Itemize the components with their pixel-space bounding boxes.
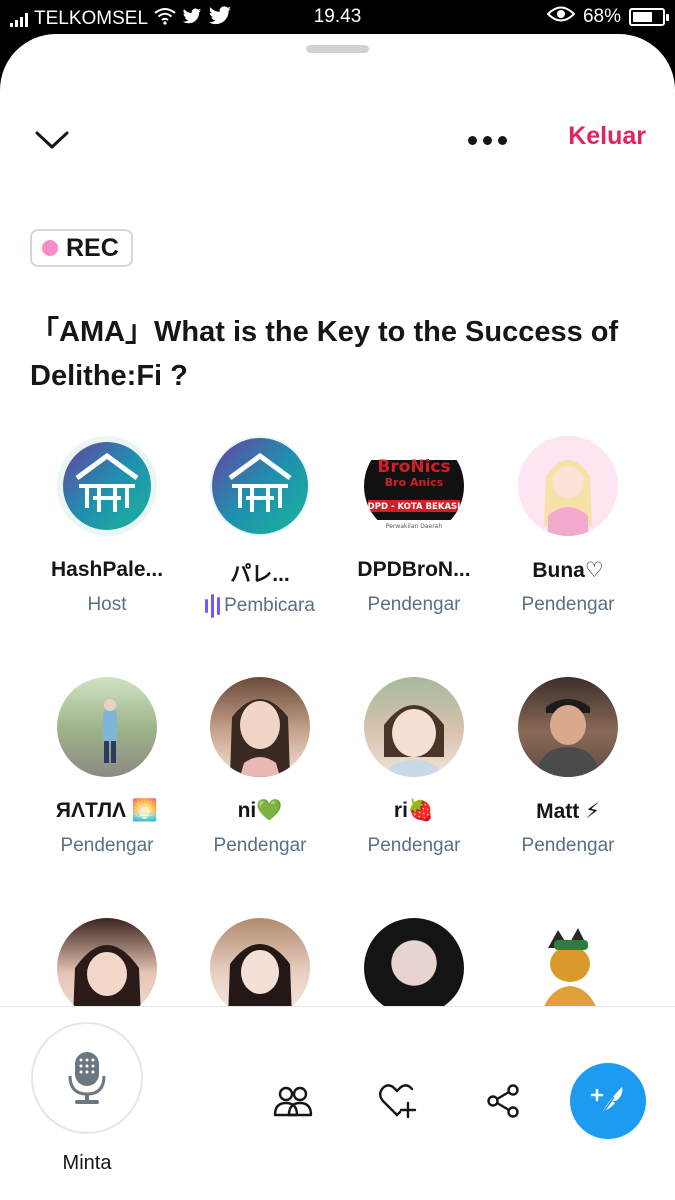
avatar: [518, 677, 618, 777]
collapse-button[interactable]: [28, 120, 76, 160]
participant-listener[interactable]: Buna♡ Pendengar: [493, 436, 643, 616]
participant-role: Host: [32, 594, 182, 616]
role-label: Pembicara: [224, 595, 315, 616]
chevron-down-icon: [35, 131, 69, 149]
role-label: Pendengar: [521, 835, 615, 856]
participant-name: ЯΛТЛΛ 🌅: [55, 799, 159, 822]
person-photo-icon: [228, 944, 292, 1018]
participant-listener[interactable]: [339, 918, 489, 1018]
svg-text:DPD - KOTA BEKASI: DPD - KOTA BEKASI: [368, 502, 461, 512]
participant-host[interactable]: HashPale... Host: [32, 436, 182, 616]
participant-role: Pendengar: [339, 835, 489, 857]
person-photo-icon: [103, 699, 117, 763]
participant-name: ri🍓: [393, 799, 435, 822]
participants-button[interactable]: [271, 1079, 315, 1123]
participant-listener[interactable]: [185, 918, 335, 1018]
more-dot-icon: [482, 135, 492, 145]
participant-listener[interactable]: ЯΛТЛΛ 🌅 Pendengar: [32, 677, 182, 857]
share-icon: [487, 1084, 519, 1118]
space-title: 「AMA」What is the Key to the Success of D…: [30, 316, 619, 392]
role-label: Host: [87, 594, 127, 615]
bronics-logo-icon: BroNics Bro Anics DPD - KOTA BEKASI Perw…: [364, 436, 464, 536]
participant-name: パレ...: [230, 563, 290, 586]
sheet-grabber-handle[interactable]: [306, 45, 369, 53]
eye-icon: [546, 6, 576, 28]
svg-text:BroNics: BroNics: [377, 457, 450, 477]
avatar: [57, 436, 157, 536]
hashpalette-logo-icon: [212, 438, 308, 534]
person-photo-icon: [73, 945, 141, 1018]
participant-role: Pendengar: [185, 835, 335, 857]
role-label: Pendengar: [521, 594, 615, 615]
more-options-button[interactable]: [460, 120, 514, 160]
participant-name: Buna♡: [532, 559, 604, 582]
avatar: [364, 677, 464, 777]
avatar: [210, 677, 310, 777]
participant-listener[interactable]: [493, 918, 643, 1018]
avatar: [518, 918, 618, 1018]
participant-role: Pendengar: [32, 835, 182, 857]
feather-plus-icon: [590, 1087, 623, 1118]
person-photo-icon: [384, 705, 444, 777]
role-label: Pendengar: [367, 835, 461, 856]
leave-button[interactable]: Keluar: [568, 122, 646, 151]
participant-name: HashPale...: [50, 558, 164, 581]
cartoon-avatar-icon: [540, 928, 600, 1018]
participant-role: Pembicara: [185, 594, 335, 618]
request-to-speak-label: Minta: [62, 1152, 112, 1174]
participant-role: Pendengar: [493, 835, 643, 857]
recording-badge: REC: [30, 229, 133, 267]
avatar: [57, 677, 157, 777]
request-to-speak-button[interactable]: [31, 1022, 143, 1134]
status-bar-right: 68%: [546, 6, 669, 28]
participant-name: ni💚: [237, 799, 283, 822]
react-button[interactable]: [375, 1079, 419, 1123]
microphone-icon: [68, 1052, 106, 1104]
participant-name: DPDBroN...: [357, 558, 471, 581]
avatar: [210, 918, 310, 1018]
recording-dot-icon: [42, 240, 58, 256]
anime-girl-avatar-icon: [518, 436, 618, 536]
participant-listener[interactable]: Matt ⚡ Pendengar: [493, 677, 643, 857]
speaking-indicator-icon: [205, 594, 221, 618]
avatar: [518, 436, 618, 536]
bottom-action-bar: Minta: [0, 1006, 675, 1200]
battery-icon: [629, 8, 669, 26]
hashpalette-logo-icon: [63, 442, 151, 530]
avatar: BroNics Bro Anics DPD - KOTA BEKASI Perw…: [364, 436, 464, 536]
role-label: Pendengar: [60, 835, 154, 856]
participant-role: Pendengar: [493, 594, 643, 616]
participant-listener[interactable]: ni💚 Pendengar: [185, 677, 335, 857]
participant-listener[interactable]: ri🍓 Pendengar: [339, 677, 489, 857]
svg-text:Perwakilan Daerah: Perwakilan Daerah: [386, 523, 442, 530]
battery-percent: 68%: [582, 6, 621, 27]
role-label: Pendengar: [367, 594, 461, 615]
participant-listener[interactable]: [32, 918, 182, 1018]
more-dot-icon: [467, 135, 477, 145]
heart-plus-icon: [379, 1084, 417, 1119]
avatar: [364, 918, 464, 1018]
status-bar: TELKOMSEL 19.43 68%: [0, 0, 675, 34]
participant-name: Matt ⚡: [536, 800, 600, 823]
person-photo-icon: [230, 699, 290, 777]
participant-role: Pendengar: [339, 594, 489, 616]
people-icon: [273, 1086, 313, 1117]
participant-listener[interactable]: BroNics Bro Anics DPD - KOTA BEKASI Perw…: [339, 436, 489, 616]
compose-tweet-button[interactable]: [570, 1063, 646, 1139]
svg-text:Bro Anics: Bro Anics: [385, 476, 444, 489]
avatar: [210, 436, 310, 536]
share-button[interactable]: [481, 1079, 525, 1123]
more-dot-icon: [497, 135, 507, 145]
recording-label: REC: [66, 233, 119, 262]
role-label: Pendengar: [213, 835, 307, 856]
participant-speaker[interactable]: パレ... Pembicara: [185, 436, 335, 618]
avatar: [57, 918, 157, 1018]
space-sheet: Keluar REC 「AMA」What is the Key to the S…: [0, 34, 675, 1200]
person-photo-icon: [536, 699, 600, 777]
